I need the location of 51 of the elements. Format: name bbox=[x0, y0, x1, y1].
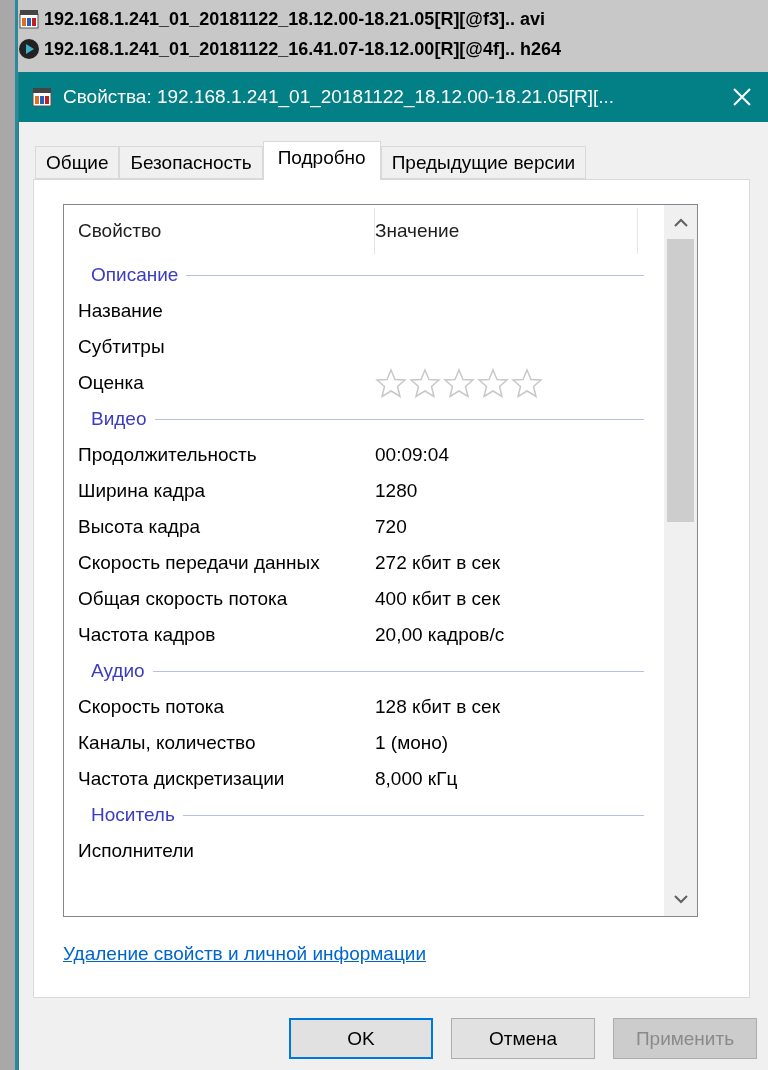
tab[interactable]: Общие bbox=[35, 146, 120, 179]
group-label: Видео bbox=[91, 408, 147, 430]
close-icon bbox=[732, 87, 752, 107]
scroll-thumb[interactable] bbox=[667, 239, 694, 522]
property-value: 1280 bbox=[375, 480, 418, 502]
clapperboard-icon bbox=[31, 86, 53, 108]
property-name: Частота дискретизации bbox=[78, 768, 286, 790]
property-name: Оценка bbox=[78, 372, 145, 394]
property-name: Общая скорость потока bbox=[78, 588, 289, 610]
property-name: Скорость передачи данных bbox=[78, 552, 321, 574]
remove-properties-link[interactable]: Удаление свойств и личной информации bbox=[63, 943, 427, 965]
column-header[interactable]: Свойство bbox=[78, 208, 375, 254]
star-icon[interactable] bbox=[477, 368, 509, 398]
group-label: Аудио bbox=[91, 660, 145, 682]
group-label: Описание bbox=[91, 264, 179, 286]
group-label: Носитель bbox=[91, 804, 175, 826]
play-icon bbox=[18, 38, 40, 60]
property-value: 272 кбит в сек bbox=[375, 552, 500, 574]
tab[interactable]: Предыдущие версии bbox=[380, 146, 587, 179]
property-value: 128 кбит в сек bbox=[375, 696, 500, 718]
star-icon[interactable] bbox=[443, 368, 475, 398]
property-value: 20,00 кадров/с bbox=[375, 624, 505, 646]
dialog-button[interactable]: Отмена bbox=[451, 1018, 595, 1059]
property-value: 8,000 кГц bbox=[375, 768, 458, 790]
file-name[interactable]: 192.168.1.241_01_20181122_16.41.07-18.12.00[R][@4f].. h264 bbox=[44, 38, 561, 60]
column-header[interactable]: Значение bbox=[375, 208, 638, 254]
window-title: Свойства: 192.168.1.241_01_20181122_18.12.00-18.21.05[R][... bbox=[63, 86, 616, 108]
property-name: Высота кадра bbox=[78, 516, 202, 538]
dialog-button[interactable]: OK bbox=[289, 1018, 433, 1059]
property-value: 1 (моно) bbox=[375, 732, 449, 754]
file-name[interactable]: 192.168.1.241_01_20181122_18.12.00-18.21.05[R][@f3].. avi bbox=[44, 8, 545, 30]
property-name: Частота кадров bbox=[78, 624, 217, 646]
property-name: Исполнители bbox=[78, 840, 195, 862]
property-value: 400 кбит в сек bbox=[375, 588, 500, 610]
clapperboard-icon bbox=[18, 8, 40, 30]
chevron-up-icon bbox=[673, 217, 688, 227]
property-name: Каналы, количество bbox=[78, 732, 257, 754]
tab[interactable]: Подробно bbox=[262, 141, 381, 180]
star-icon[interactable] bbox=[409, 368, 441, 398]
property-name: Субтитры bbox=[78, 336, 166, 358]
property-name: Ширина кадра bbox=[78, 480, 207, 502]
property-value: 720 bbox=[375, 516, 407, 538]
scrollbar[interactable] bbox=[664, 205, 697, 916]
property-name: Продолжительность bbox=[78, 444, 258, 466]
star-icon[interactable] bbox=[375, 368, 407, 398]
property-name: Название bbox=[78, 300, 164, 322]
property-value: 00:09:04 bbox=[375, 444, 449, 466]
star-icon[interactable] bbox=[511, 368, 543, 398]
tab[interactable]: Безопасность bbox=[119, 146, 263, 179]
property-name: Скорость потока bbox=[78, 696, 226, 718]
chevron-down-icon bbox=[673, 894, 688, 904]
